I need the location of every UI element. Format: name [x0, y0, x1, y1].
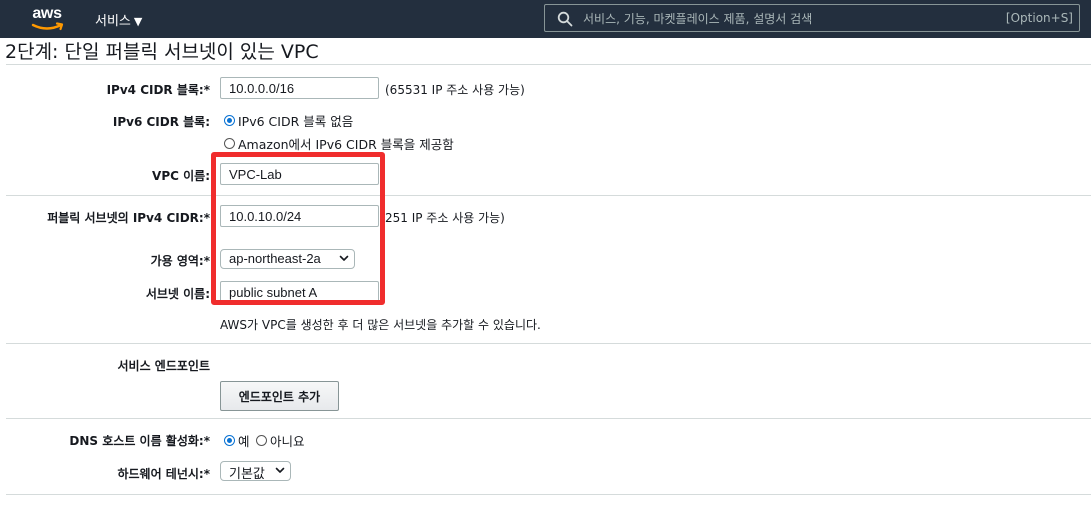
aws-logo[interactable]: aws	[27, 4, 67, 32]
dns-option-yes[interactable]: 예	[224, 431, 250, 450]
subnet-note: AWS가 VPC를 생성한 후 더 많은 서브넷을 추가할 수 있습니다.	[220, 318, 541, 332]
caret-down-icon: ▼	[133, 15, 143, 28]
radio-unselected-icon[interactable]	[256, 435, 267, 446]
ipv4-cidr-input[interactable]	[220, 77, 379, 99]
add-endpoint-button[interactable]: 엔드포인트 추가	[220, 381, 339, 411]
dns-option-no-label: 아니요	[270, 434, 305, 449]
services-menu-label: 서비스	[95, 14, 131, 29]
page-title: 2단계: 단일 퍼블릭 서브넷이 있는 VPC	[5, 41, 319, 63]
public-subnet-cidr-hint: 251 IP 주소 사용 가능)	[385, 211, 505, 225]
tenancy-select[interactable]: 기본값	[220, 461, 291, 481]
divider	[6, 343, 1091, 344]
ipv6-option-none-label: IPv6 CIDR 블록 없음	[238, 114, 354, 129]
chevron-down-icon	[275, 467, 285, 473]
search-icon	[557, 11, 573, 27]
radio-selected-icon[interactable]	[224, 115, 235, 126]
ipv6-option-none[interactable]: IPv6 CIDR 블록 없음	[224, 111, 353, 130]
ipv4-cidr-hint: (65531 IP 주소 사용 가능)	[385, 83, 525, 97]
service-endpoints-label: 서비스 엔드포인트	[117, 359, 211, 373]
aws-smile-icon	[31, 22, 64, 31]
search-shortcut-hint: [Option+S]	[1005, 11, 1073, 25]
availability-zone-label: 가용 영역:*	[150, 254, 210, 268]
divider	[6, 64, 1091, 65]
radio-selected-icon[interactable]	[224, 435, 235, 446]
subnet-name-label: 서브넷 이름:	[145, 287, 210, 301]
top-nav-bar: aws 서비스▼ [Option+S]	[0, 0, 1091, 38]
ipv4-cidr-label: IPv4 CIDR 블록:*	[106, 83, 210, 97]
search-box[interactable]: [Option+S]	[544, 4, 1080, 32]
divider	[6, 494, 1091, 495]
radio-unselected-icon[interactable]	[224, 138, 235, 149]
search-input[interactable]	[581, 8, 965, 30]
ipv6-option-amazon[interactable]: Amazon에서 IPv6 CIDR 블록을 제공함	[224, 134, 454, 153]
vpc-name-input[interactable]	[220, 163, 379, 185]
subnet-name-input[interactable]	[220, 281, 379, 303]
divider	[6, 418, 1091, 419]
public-subnet-cidr-input[interactable]	[220, 205, 379, 227]
tenancy-label: 하드웨어 테넌시:*	[117, 467, 210, 481]
dns-option-no[interactable]: 아니요	[256, 431, 305, 450]
dns-hostnames-label: DNS 호스트 이름 활성화:*	[69, 434, 210, 448]
ipv6-cidr-label: IPv6 CIDR 블록:	[112, 115, 210, 129]
services-menu[interactable]: 서비스 ▼	[95, 10, 142, 29]
tenancy-value: 기본값	[229, 466, 265, 481]
divider	[6, 195, 1091, 196]
ipv6-option-amazon-label: Amazon에서 IPv6 CIDR 블록을 제공함	[238, 137, 454, 152]
dns-option-yes-label: 예	[238, 434, 250, 449]
availability-zone-value: ap-northeast-2a	[229, 251, 321, 266]
public-subnet-cidr-label: 퍼블릭 서브넷의 IPv4 CIDR:*	[47, 211, 210, 225]
availability-zone-select[interactable]: ap-northeast-2a	[220, 249, 355, 269]
chevron-down-icon	[339, 255, 349, 261]
vpc-name-label: VPC 이름:	[152, 169, 210, 183]
